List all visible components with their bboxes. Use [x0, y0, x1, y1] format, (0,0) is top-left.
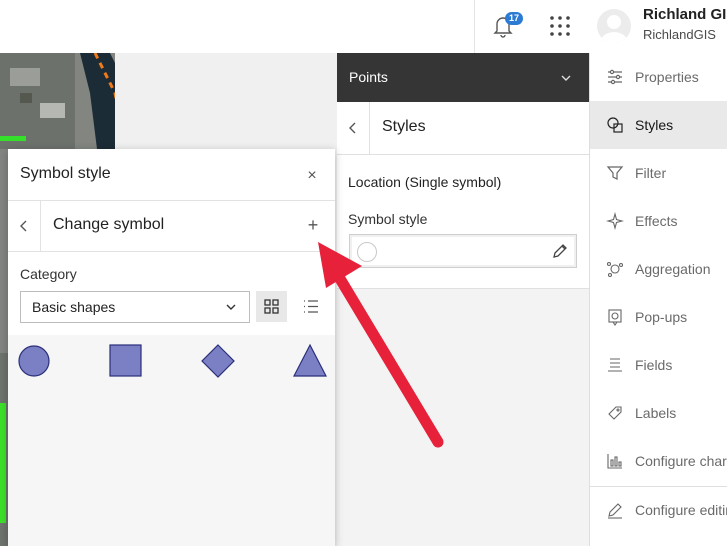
chevron-down-icon[interactable] [559, 71, 573, 85]
sidebar-item-label: Aggregation [635, 261, 711, 277]
sidebar-item-label: Configure charts [635, 453, 727, 469]
popups-icon [608, 309, 622, 326]
symbol-preview-circle [357, 242, 377, 262]
sidebar-item-configure-editing[interactable]: Configure editing [590, 486, 727, 534]
user-avatar[interactable] [597, 9, 631, 43]
sidebar-item-label: Fields [635, 357, 673, 373]
app-launcher-icon[interactable] [548, 14, 572, 38]
grid-view-button[interactable] [256, 291, 287, 322]
chevron-left-icon [349, 122, 356, 134]
list-view-icon [304, 300, 318, 313]
user-silhouette-icon [600, 15, 628, 43]
change-symbol-bar: Change symbol + [8, 200, 335, 252]
symbol-gallery [8, 335, 335, 546]
sidebar-item-label: Styles [635, 117, 674, 133]
popup-title: Symbol style [20, 165, 111, 182]
properties-icon [608, 69, 622, 85]
aggregation-icon [606, 261, 624, 278]
sidebar-item-properties[interactable]: Properties [590, 53, 727, 101]
configure-charts-icon [607, 454, 622, 469]
styles-icon [607, 117, 623, 133]
close-icon[interactable]: × [301, 165, 323, 187]
styles-title: Styles [382, 118, 426, 135]
grid-view-icon [264, 299, 279, 314]
header-divider [474, 0, 475, 53]
layer-style-panel: Points Styles Location (Single symbol) S… [337, 53, 589, 546]
styles-header-bar: Styles [337, 102, 589, 155]
symbol-style-label: Symbol style [348, 211, 428, 227]
symbol-circle[interactable] [18, 345, 50, 377]
sidebar-item-aggregation[interactable]: Aggregation [590, 245, 727, 293]
symbol-section: Location (Single symbol) Symbol style [337, 155, 589, 289]
category-dropdown[interactable]: Basic shapes [20, 291, 250, 323]
chevron-left-icon [20, 220, 27, 232]
labels-icon [608, 406, 622, 420]
sidebar-item-configure-charts[interactable]: Configure charts [590, 437, 727, 485]
sidebar-item-label: Effects [635, 213, 678, 229]
sidebar-item-fields[interactable]: Fields [590, 341, 727, 389]
sidebar-item-label: Properties [635, 69, 699, 85]
back-button[interactable] [8, 201, 41, 251]
location-label: Location (Single symbol) [348, 174, 502, 190]
symbol-style-field[interactable] [349, 234, 577, 268]
notifications-count-badge: 17 [505, 12, 523, 25]
sidebar-item-label: Labels [635, 405, 677, 421]
symbol-style-popup: Symbol style × Change symbol + Category … [8, 149, 335, 546]
effects-icon [606, 212, 624, 230]
user-org: RichlandGIS [643, 27, 716, 42]
filter-icon [606, 166, 624, 180]
sidebar-item-label: Configure editing [635, 502, 727, 518]
layer-header[interactable]: Points [337, 53, 589, 102]
fields-icon [608, 358, 622, 372]
change-symbol-title: Change symbol [53, 216, 165, 233]
sidebar-item-label: Filter [635, 165, 667, 181]
layer-settings-sidebar: Properties Styles Filter Effects Aggrega… [589, 53, 727, 546]
layer-title: Points [349, 69, 388, 85]
symbol-square[interactable] [109, 344, 142, 377]
configure-editing-icon [608, 503, 622, 519]
symbol-gallery-row [18, 343, 327, 378]
sidebar-item-styles[interactable]: Styles [590, 101, 727, 149]
category-label: Category [20, 266, 77, 282]
sidebar-item-label: Pop-ups [635, 309, 688, 325]
sidebar-item-popups[interactable]: Pop-ups [590, 293, 727, 341]
symbol-triangle[interactable] [293, 343, 327, 377]
pencil-icon[interactable] [550, 241, 570, 261]
add-icon[interactable]: + [302, 213, 324, 237]
top-header: 17 Richland GIS RichlandGIS [0, 0, 727, 54]
user-name[interactable]: Richland GIS [643, 6, 727, 23]
sidebar-item-filter[interactable]: Filter [590, 149, 727, 197]
list-view-button[interactable] [295, 291, 326, 322]
back-button[interactable] [337, 102, 370, 154]
sidebar-item-effects[interactable]: Effects [590, 197, 727, 245]
symbol-diamond[interactable] [201, 344, 235, 378]
sidebar-item-labels[interactable]: Labels [590, 389, 727, 437]
chevron-down-icon [226, 304, 236, 310]
category-value: Basic shapes [32, 299, 116, 315]
